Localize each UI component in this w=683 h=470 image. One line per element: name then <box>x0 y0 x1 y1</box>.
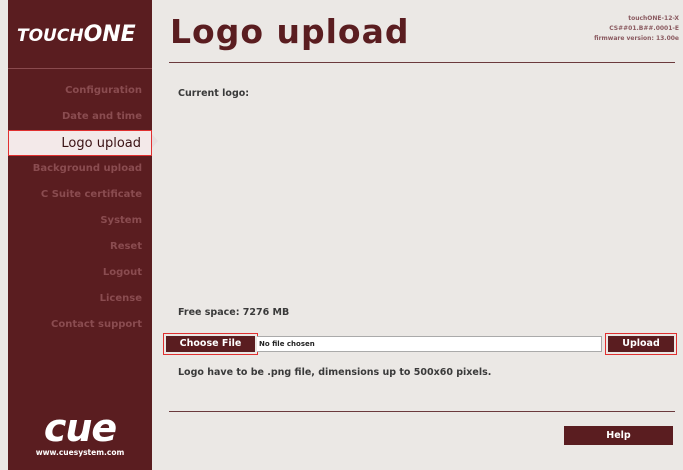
device-info: touchONE-12-X CS##01.B##.0001-E firmware… <box>594 14 679 44</box>
sidebar-nav: Configuration Date and time Logo upload … <box>8 78 152 338</box>
firmware-version: firmware version: 13.00e <box>594 35 679 42</box>
sidebar-item-system[interactable]: System <box>8 208 152 234</box>
cue-website-link[interactable]: www.cuesystem.com <box>8 448 152 458</box>
brand-wordmark: TOUCHONE <box>17 22 136 47</box>
cue-logo[interactable]: cue www.cuesystem.com <box>8 408 152 458</box>
upload-highlight: Upload <box>605 333 677 355</box>
app-window: TOUCHONE Configuration Date and time Log… <box>0 0 683 470</box>
upload-button[interactable]: Upload <box>608 336 674 352</box>
sidebar: TOUCHONE Configuration Date and time Log… <box>8 0 152 470</box>
sidebar-item-reset[interactable]: Reset <box>8 234 152 260</box>
file-upload-row: Choose File No file chosen Upload <box>163 333 678 355</box>
sidebar-item-background-upload[interactable]: Background upload <box>8 156 152 182</box>
sidebar-item-configuration[interactable]: Configuration <box>8 78 152 104</box>
page-title: Logo upload <box>170 12 410 51</box>
logo-requirements-hint: Logo have to be .png file, dimensions up… <box>178 367 492 378</box>
choose-file-highlight: Choose File <box>163 333 258 355</box>
touchone-logo: TOUCHONE <box>8 0 152 70</box>
selected-file-name[interactable]: No file chosen <box>257 336 602 352</box>
choose-file-button[interactable]: Choose File <box>166 336 255 352</box>
sidebar-item-logo-upload[interactable]: Logo upload <box>8 130 152 156</box>
free-space-label: Free space: 7276 MB <box>178 307 290 318</box>
sidebar-item-date-and-time[interactable]: Date and time <box>8 104 152 130</box>
current-logo-label: Current logo: <box>178 88 250 99</box>
sidebar-item-license[interactable]: License <box>8 286 152 312</box>
bottom-divider <box>169 411 675 412</box>
sidebar-item-contact-support[interactable]: Contact support <box>8 312 152 338</box>
help-button[interactable]: Help <box>564 426 673 445</box>
current-logo-preview <box>178 106 668 296</box>
brand-prefix: TOUCH <box>17 26 84 46</box>
title-divider <box>169 62 675 63</box>
brand-suffix: ONE <box>83 22 136 47</box>
device-model: touchONE-12-X <box>628 15 679 22</box>
active-item-arrow-icon <box>152 134 158 148</box>
cue-wordmark: cue <box>43 406 117 450</box>
device-serial: CS##01.B##.0001-E <box>609 25 679 32</box>
sidebar-item-logout[interactable]: Logout <box>8 260 152 286</box>
brand-divider <box>8 68 152 69</box>
sidebar-item-c-suite-certificate[interactable]: C Suite certificate <box>8 182 152 208</box>
